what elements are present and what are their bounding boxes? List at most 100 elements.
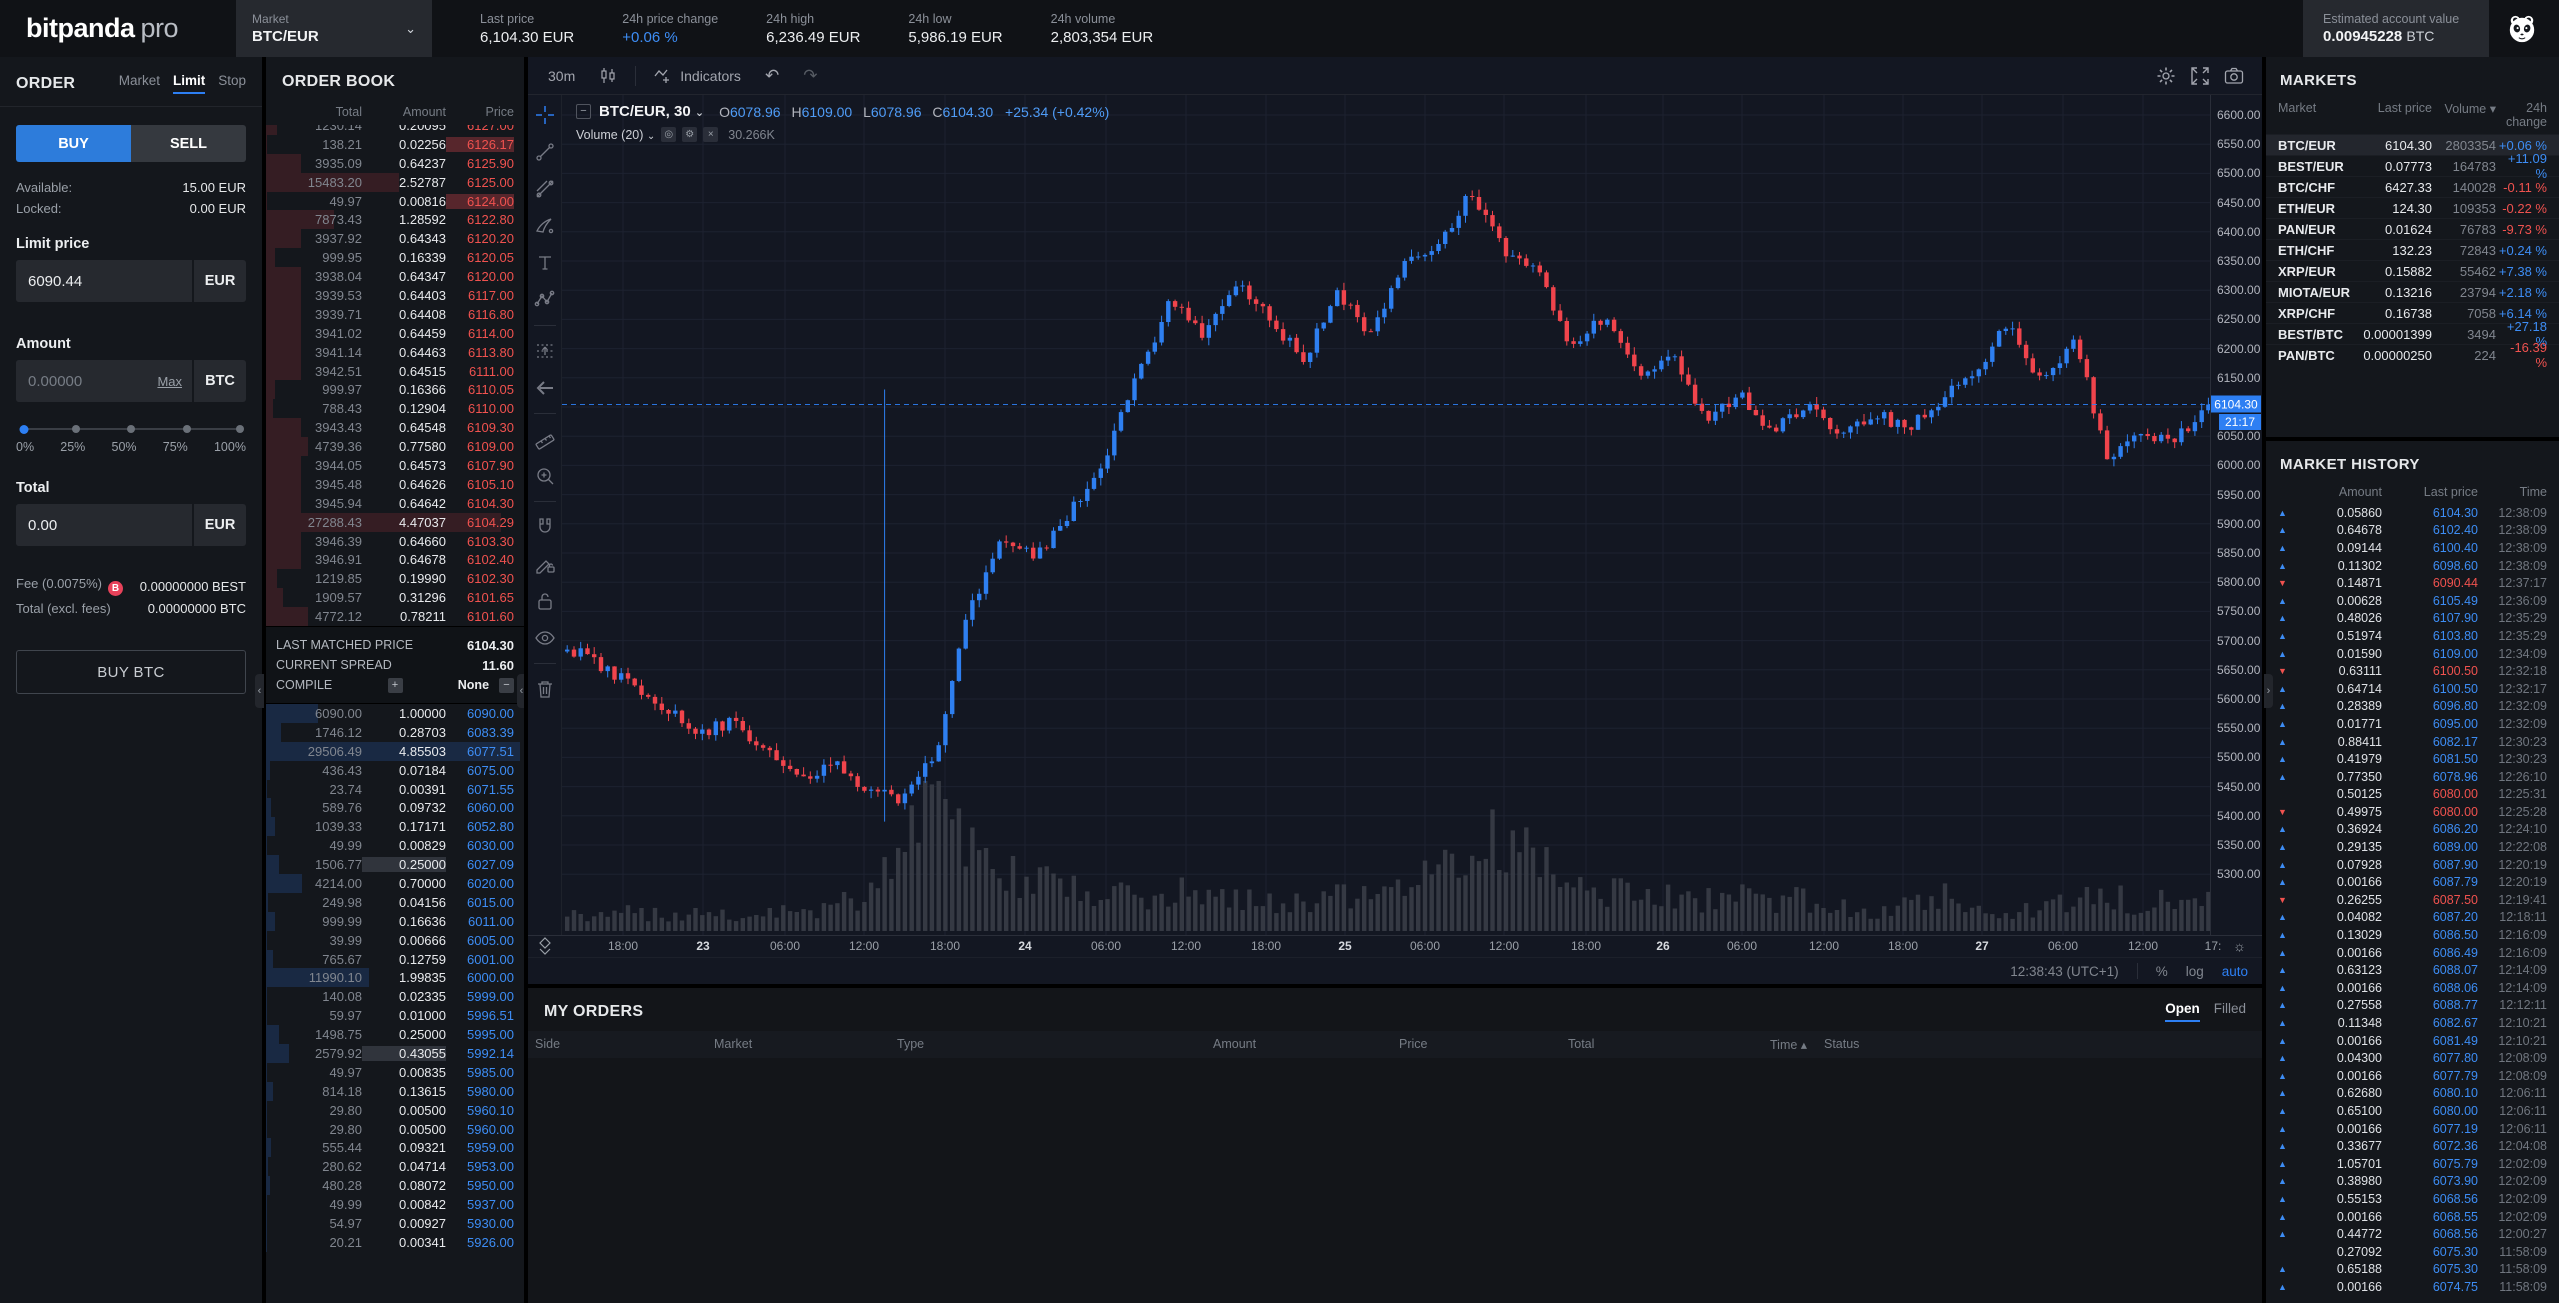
trade-row[interactable]: ▲0.773506078.9612:26:10 <box>2266 768 2559 786</box>
timeframe-button[interactable]: 30m <box>538 64 585 88</box>
volume-remove-icon[interactable]: × <box>703 127 718 142</box>
order-book-row[interactable]: 3939.710.644086116.80 <box>266 305 524 324</box>
trade-row[interactable]: ▲0.058606104.3012:38:09 <box>2266 504 2559 522</box>
chart-settings-gear-icon[interactable] <box>2156 66 2176 86</box>
order-book-row[interactable]: 1039.330.171716052.80 <box>266 817 524 836</box>
order-book-row[interactable]: 140.080.023355999.00 <box>266 987 524 1006</box>
order-book-row[interactable]: 39.990.006666005.00 <box>266 931 524 950</box>
order-book-row[interactable]: 6090.001.000006090.00 <box>266 704 524 723</box>
chart-symbol[interactable]: BTC/EUR, 30 ⌄ <box>599 103 704 120</box>
slider-dot-100[interactable] <box>236 425 244 433</box>
trade-row[interactable]: ▲1.057016075.7912:02:09 <box>2266 1155 2559 1173</box>
trade-row[interactable]: ▲0.480266107.9012:35:29 <box>2266 610 2559 628</box>
panda-avatar[interactable] <box>2507 14 2537 44</box>
slider-dot-25[interactable] <box>72 425 80 433</box>
magnet-tool[interactable] <box>533 515 557 539</box>
order-book-row[interactable]: 1230.140.200956127.00 <box>266 125 524 135</box>
redo-button[interactable]: ↷ <box>793 62 827 90</box>
order-book-row[interactable]: 3939.530.644036117.00 <box>266 286 524 305</box>
order-book-row[interactable]: 4772.120.782116101.60 <box>266 607 524 626</box>
trade-row[interactable]: ▲0.551536068.5612:02:09 <box>2266 1190 2559 1208</box>
order-book-row[interactable]: 138.210.022566126.17 <box>266 135 524 154</box>
trade-row[interactable]: ▲0.389806073.9012:02:09 <box>2266 1173 2559 1191</box>
order-book-row[interactable]: 49.970.008166124.00 <box>266 192 524 211</box>
trade-row[interactable]: ▲0.884116082.1712:30:23 <box>2266 733 2559 751</box>
order-book-row[interactable]: 999.950.163396120.05 <box>266 248 524 267</box>
limit-price-input[interactable] <box>16 260 192 302</box>
market-selector[interactable]: Market BTC/EUR ⌄ <box>236 0 432 57</box>
order-book-row[interactable]: 480.280.080725950.00 <box>266 1176 524 1195</box>
market-row[interactable]: ETH/CHF132.2372843+0.24 % <box>2266 239 2559 260</box>
order-book-row[interactable]: 436.430.071846075.00 <box>266 761 524 780</box>
total-input[interactable] <box>16 504 192 546</box>
order-book-row[interactable]: 1506.770.250006027.09 <box>266 855 524 874</box>
trade-row[interactable]: ▲0.130296086.5012:16:09 <box>2266 926 2559 944</box>
trade-row[interactable]: ▲0.113026098.6012:38:09 <box>2266 557 2559 575</box>
trade-row[interactable]: 0.270926075.3011:58:09 <box>2266 1243 2559 1261</box>
order-book-row[interactable]: 2579.920.430555992.14 <box>266 1044 524 1063</box>
lock-all-tool[interactable] <box>533 589 557 613</box>
trade-row[interactable]: ▲0.419796081.5012:30:23 <box>2266 750 2559 768</box>
brush-tool[interactable] <box>533 214 557 238</box>
trade-row[interactable]: ▲0.519746103.8012:35:29 <box>2266 627 2559 645</box>
trade-row[interactable]: ▲0.291356089.0012:22:08 <box>2266 838 2559 856</box>
drawing-lock-tool[interactable] <box>533 552 557 576</box>
trade-row[interactable]: ▲0.006286105.4912:36:09 <box>2266 592 2559 610</box>
order-book-row[interactable]: 49.990.008425937.00 <box>266 1195 524 1214</box>
trade-row[interactable]: ▲0.001666077.1912:06:11 <box>2266 1120 2559 1138</box>
hide-all-tool[interactable] <box>533 626 557 650</box>
order-book-row[interactable]: 3941.140.644636113.80 <box>266 343 524 362</box>
collapse-order-book-handle[interactable]: ‹ <box>517 674 524 708</box>
order-book-row[interactable]: 3935.090.642376125.90 <box>266 154 524 173</box>
order-book-row[interactable]: 15483.202.527876125.00 <box>266 173 524 192</box>
chart-canvas[interactable]: − BTC/EUR, 30 ⌄ O6078.96 H6109.00 L6078.… <box>562 95 2210 935</box>
trade-row[interactable]: ▲0.040826087.2012:18:11 <box>2266 909 2559 927</box>
amount-max-link[interactable]: Max <box>147 374 192 389</box>
trade-row[interactable]: ▲0.275586088.7712:12:11 <box>2266 997 2559 1015</box>
trade-row[interactable]: ▲0.001666088.0612:14:09 <box>2266 979 2559 997</box>
crosshair-tool[interactable] <box>533 103 557 127</box>
order-book-row[interactable]: 3942.510.645156111.00 <box>266 362 524 381</box>
order-book-row[interactable]: 29.800.005005960.10 <box>266 1101 524 1120</box>
order-book-row[interactable]: 280.620.047145953.00 <box>266 1157 524 1176</box>
order-book-row[interactable]: 29506.494.855036077.51 <box>266 742 524 761</box>
order-book-row[interactable]: 4739.360.775806109.00 <box>266 437 524 456</box>
market-row[interactable]: MIOTA/EUR0.1321623794+2.18 % <box>2266 281 2559 302</box>
screenshot-camera-icon[interactable] <box>2224 66 2244 86</box>
sell-tab[interactable]: SELL <box>131 125 246 162</box>
order-book-row[interactable]: 7873.431.285926122.80 <box>266 210 524 229</box>
trade-row[interactable]: ▲0.001666087.7912:20:19 <box>2266 873 2559 891</box>
market-row[interactable]: ETH/EUR124.30109353-0.22 % <box>2266 197 2559 218</box>
trade-row[interactable]: ▲0.283896096.8012:32:09 <box>2266 698 2559 716</box>
trade-row[interactable]: ▲0.369246086.2012:24:10 <box>2266 821 2559 839</box>
slider-dot-0[interactable] <box>20 425 29 434</box>
indicators-button[interactable]: Indicators <box>644 64 751 88</box>
order-book-row[interactable]: 788.430.129046110.00 <box>266 399 524 418</box>
log-scale-option[interactable]: log <box>2186 964 2204 979</box>
auto-scale-option[interactable]: auto <box>2222 964 2248 979</box>
price-axis[interactable]: 5300.005350.005400.005450.005500.005550.… <box>2210 95 2262 935</box>
time-axis[interactable]: 18:002306:0012:0018:002406:0012:0018:002… <box>528 935 2262 957</box>
order-book-row[interactable]: 1498.750.250005995.00 <box>266 1025 524 1044</box>
collapse-legend-icon[interactable]: − <box>576 104 591 119</box>
trade-row[interactable]: ▲0.079286087.9012:20:19 <box>2266 856 2559 874</box>
market-row[interactable]: XRP/EUR0.1588255462+7.38 % <box>2266 260 2559 281</box>
order-book-row[interactable]: 29.800.005005960.00 <box>266 1120 524 1139</box>
order-book-row[interactable]: 49.970.008355985.00 <box>266 1063 524 1082</box>
order-book-row[interactable]: 4214.000.700006020.00 <box>266 874 524 893</box>
order-book-row[interactable]: 11990.101.998356000.00 <box>266 968 524 987</box>
buy-tab[interactable]: BUY <box>16 125 131 162</box>
slider-dot-50[interactable] <box>127 425 135 433</box>
compile-decrease-button[interactable]: − <box>499 678 514 693</box>
order-book-row[interactable]: 27288.434.470376104.29 <box>266 513 524 532</box>
slider-dot-75[interactable] <box>183 425 191 433</box>
trade-row[interactable]: ▲0.336776072.3612:04:08 <box>2266 1137 2559 1155</box>
zoom-in-tool[interactable] <box>533 464 557 488</box>
theme-toggle-icon[interactable]: ☼ <box>2233 938 2246 954</box>
amount-slider[interactable] <box>20 424 242 434</box>
collapse-order-panel-handle[interactable]: ‹ <box>255 674 264 708</box>
trade-row[interactable]: ▼0.262556087.5012:19:41 <box>2266 891 2559 909</box>
order-book-row[interactable]: 814.180.136155980.00 <box>266 1082 524 1101</box>
trade-row[interactable]: ▲0.017716095.0012:32:09 <box>2266 715 2559 733</box>
order-book-row[interactable]: 3946.910.646786102.40 <box>266 550 524 569</box>
